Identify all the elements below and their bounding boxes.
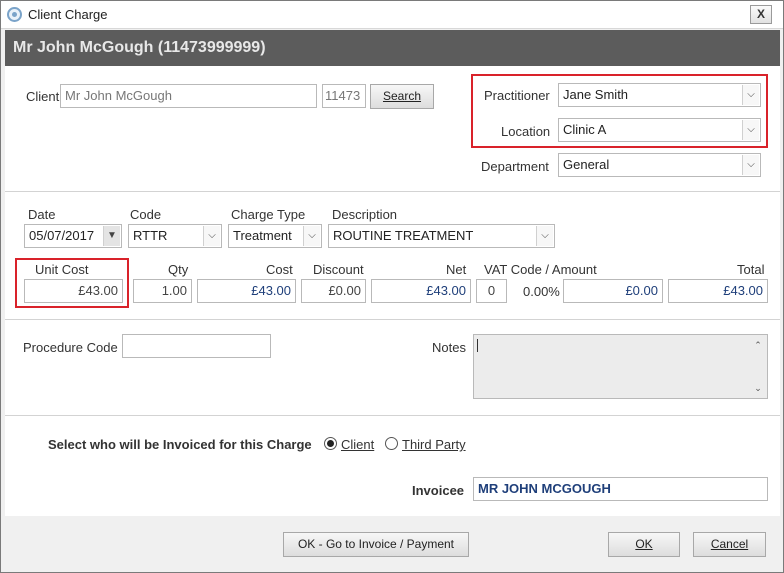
total-label: Total bbox=[737, 262, 765, 277]
client-label: Client bbox=[26, 89, 60, 104]
date-picker[interactable]: 05/07/2017 ▼ bbox=[24, 224, 122, 248]
charge-type-label: Charge Type bbox=[231, 207, 306, 222]
description-label: Description bbox=[332, 207, 398, 222]
description-value: ROUTINE TREATMENT bbox=[333, 228, 474, 243]
unit-cost-field[interactable]: £43.00 bbox=[24, 279, 123, 303]
radio-third-party[interactable] bbox=[385, 437, 398, 450]
chevron-down-icon[interactable]: ⌵ bbox=[742, 120, 759, 140]
procedure-code-label: Procedure Code bbox=[23, 340, 118, 355]
location-label: Location bbox=[501, 124, 551, 139]
qty-label: Qty bbox=[168, 262, 189, 277]
vat-code-field[interactable]: 0 bbox=[476, 279, 507, 303]
search-button[interactable]: Search bbox=[370, 84, 434, 109]
charge-type-select[interactable]: Treatment ⌵ bbox=[228, 224, 322, 248]
go-to-invoice-button[interactable]: OK - Go to Invoice / Payment bbox=[283, 532, 469, 557]
charge-type-value: Treatment bbox=[233, 228, 292, 243]
procedure-code-field[interactable] bbox=[122, 334, 271, 358]
title-bar: Client Charge X bbox=[1, 1, 783, 29]
code-label: Code bbox=[130, 207, 162, 222]
radio-client-label[interactable]: Client bbox=[341, 437, 374, 452]
total-field: £43.00 bbox=[668, 279, 768, 303]
chevron-down-icon[interactable]: ⌵ bbox=[303, 226, 320, 246]
vat-rate-text: 0.00% bbox=[523, 284, 560, 299]
vat-label: VAT Code / Amount bbox=[484, 262, 597, 277]
client-name-field[interactable]: Mr John McGough bbox=[60, 84, 317, 108]
client-id-field[interactable]: 11473 bbox=[322, 84, 366, 108]
department-select[interactable]: General ⌵ bbox=[558, 153, 761, 177]
location-value: Clinic A bbox=[563, 122, 607, 137]
chevron-down-icon[interactable]: ⌵ bbox=[742, 155, 759, 175]
invoice-question: Select who will be Invoiced for this Cha… bbox=[48, 437, 312, 452]
unit-cost-label: Unit Cost bbox=[35, 262, 89, 277]
cancel-button[interactable]: Cancel bbox=[693, 532, 766, 557]
text-caret bbox=[477, 339, 478, 352]
app-logo-icon bbox=[7, 7, 22, 22]
ok-button[interactable]: OK bbox=[608, 532, 680, 557]
chevron-down-icon[interactable]: ⌵ bbox=[742, 85, 759, 105]
invoicee-field[interactable]: MR JOHN MCGOUGH bbox=[473, 477, 768, 501]
radio-client[interactable] bbox=[324, 437, 337, 450]
department-label: Department bbox=[481, 159, 549, 174]
section-divider bbox=[5, 319, 780, 320]
section-divider bbox=[5, 415, 780, 416]
cost-field: £43.00 bbox=[197, 279, 296, 303]
discount-label: Discount bbox=[313, 262, 364, 277]
calendar-dropdown-icon[interactable]: ▼ bbox=[103, 226, 120, 246]
vat-amount-field: £0.00 bbox=[563, 279, 663, 303]
code-value: RTTR bbox=[133, 228, 168, 243]
practitioner-select[interactable]: Jane Smith ⌵ bbox=[558, 83, 761, 107]
qty-field[interactable]: 1.00 bbox=[133, 279, 192, 303]
date-value: 05/07/2017 bbox=[29, 228, 95, 243]
chevron-down-icon[interactable]: ⌵ bbox=[203, 226, 220, 246]
section-divider bbox=[5, 191, 780, 192]
chevron-down-icon[interactable]: ⌵ bbox=[536, 226, 553, 246]
invoicee-label: Invoicee bbox=[412, 483, 465, 498]
notes-label: Notes bbox=[432, 340, 466, 355]
cost-label: Cost bbox=[266, 262, 293, 277]
discount-field[interactable]: £0.00 bbox=[301, 279, 366, 303]
practitioner-label: Practitioner bbox=[484, 88, 550, 103]
scroll-down-icon[interactable]: ⌄ bbox=[751, 381, 765, 395]
client-header-band: Mr John McGough (11473999999) bbox=[5, 30, 780, 66]
net-field: £43.00 bbox=[371, 279, 471, 303]
department-value: General bbox=[563, 157, 610, 172]
radio-third-party-label[interactable]: Third Party bbox=[402, 437, 466, 452]
window-title: Client Charge bbox=[28, 7, 108, 22]
close-button[interactable]: X bbox=[750, 5, 772, 24]
location-select[interactable]: Clinic A ⌵ bbox=[558, 118, 761, 142]
description-select[interactable]: ROUTINE TREATMENT ⌵ bbox=[328, 224, 555, 248]
notes-textarea[interactable]: ⌃ ⌄ bbox=[473, 334, 768, 399]
client-charge-window: Client Charge X Mr John McGough (1147399… bbox=[0, 0, 784, 573]
date-label: Date bbox=[28, 207, 56, 222]
practitioner-value: Jane Smith bbox=[563, 87, 629, 102]
scroll-up-icon[interactable]: ⌃ bbox=[751, 338, 765, 352]
search-button-label: Search bbox=[382, 89, 422, 103]
code-select[interactable]: RTTR ⌵ bbox=[128, 224, 222, 248]
net-label: Net bbox=[446, 262, 467, 277]
client-header-title: Mr John McGough (11473999999) bbox=[13, 39, 266, 56]
